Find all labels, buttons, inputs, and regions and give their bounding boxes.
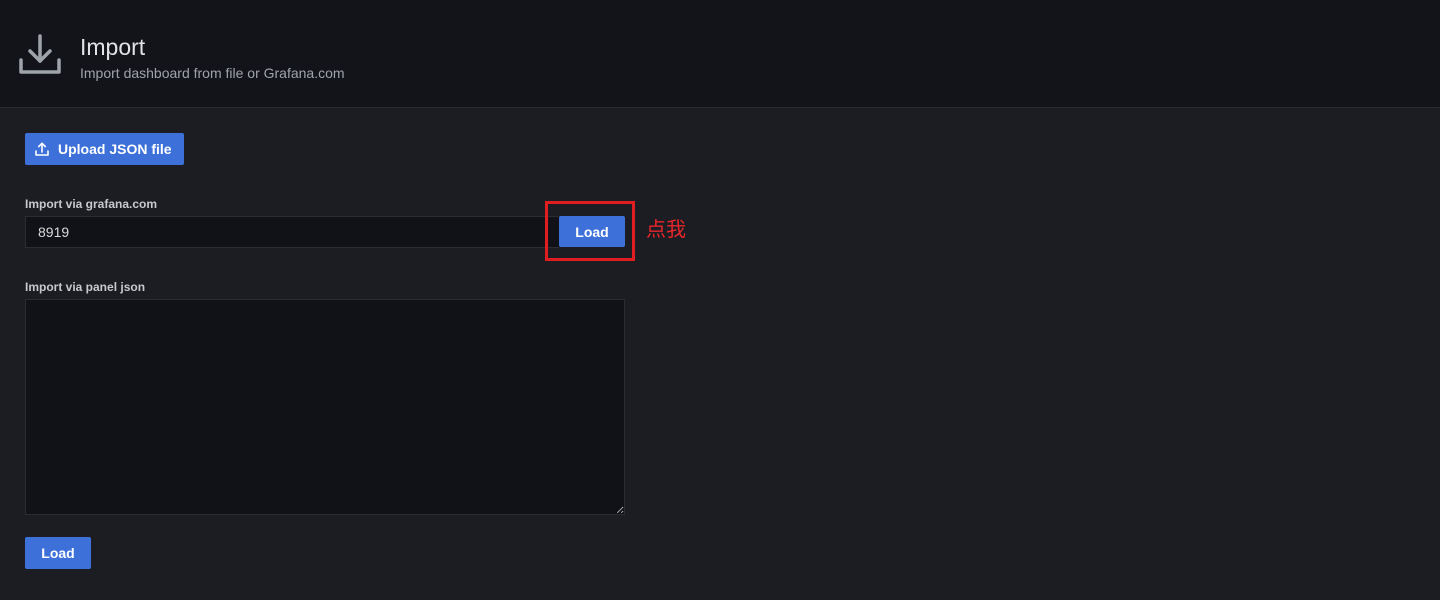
upload-icon (35, 142, 49, 156)
panel-json-label: Import via panel json (25, 280, 146, 294)
page-header: Import Import dashboard from file or Gra… (0, 0, 1440, 108)
grafana-load-button[interactable]: Load (559, 216, 625, 247)
page-subtitle: Import dashboard from file or Grafana.co… (80, 65, 345, 81)
grafana-load-label: Load (575, 223, 609, 240)
upload-json-label: Upload JSON file (58, 141, 172, 157)
download-icon (19, 34, 61, 74)
page-title: Import (80, 34, 146, 60)
annotation-text: 点我 (646, 217, 686, 241)
panel-json-load-label: Load (41, 545, 75, 561)
panel-json-textarea[interactable] (25, 299, 625, 515)
upload-json-button[interactable]: Upload JSON file (25, 133, 184, 165)
grafana-import-label: Import via grafana.com (25, 197, 158, 211)
grafana-id-input[interactable] (25, 216, 559, 248)
panel-json-load-button[interactable]: Load (25, 537, 91, 569)
